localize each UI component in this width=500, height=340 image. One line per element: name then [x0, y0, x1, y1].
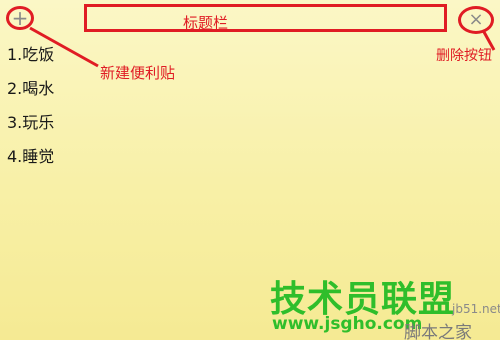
note-item: 4.睡觉 — [7, 147, 55, 166]
note-item: 1.吃饭 — [7, 45, 55, 64]
title-bar-highlight — [84, 4, 447, 32]
note-item: 3.玩乐 — [7, 113, 55, 132]
note-item: 2.喝水 — [7, 79, 55, 98]
plus-icon: + — [11, 6, 29, 30]
add-note-button[interactable]: + — [6, 6, 34, 30]
watermark-small-bottom: 脚本之家 — [404, 323, 472, 340]
delete-note-button[interactable]: × — [458, 6, 494, 34]
watermark-small-top: jb51.net — [452, 302, 500, 316]
note-list: 1.吃饭 2.喝水 3.玩乐 4.睡觉 — [7, 47, 54, 183]
close-icon: × — [468, 9, 484, 30]
title-bar-annotation: 标题栏 — [183, 14, 229, 32]
watermark-url: www.jsgho.com — [272, 314, 423, 334]
new-note-annotation: 新建便利贴 — [100, 64, 176, 82]
delete-button-annotation: 删除按钮 — [436, 48, 492, 64]
